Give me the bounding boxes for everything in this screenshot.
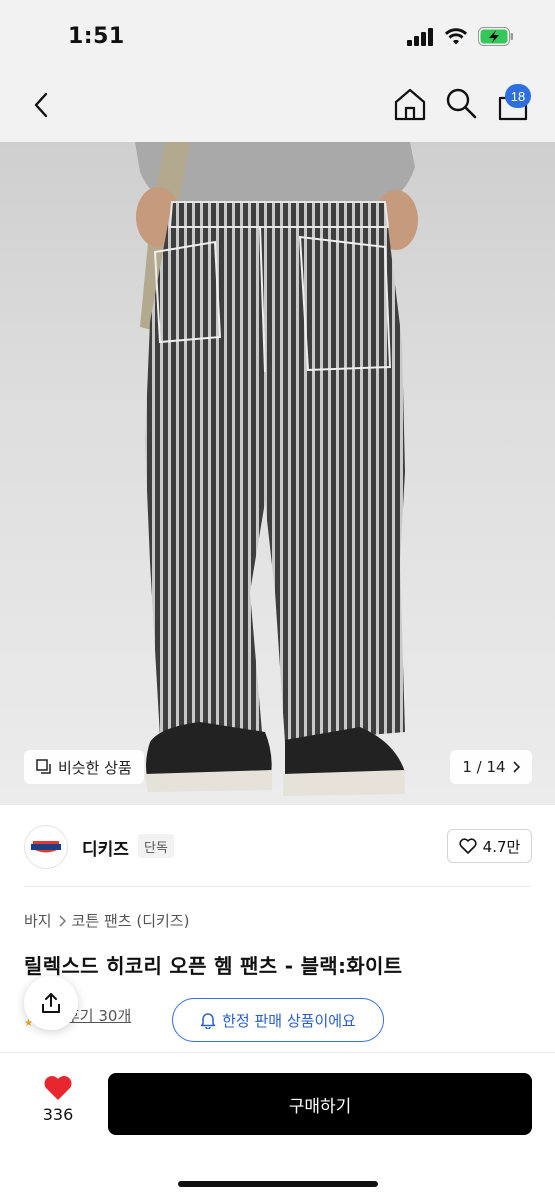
breadcrumb-category[interactable]: 바지 [24, 910, 52, 931]
chevron-left-icon [34, 92, 48, 118]
top-nav-bar [0, 70, 555, 142]
dickies-logo-icon [31, 841, 61, 853]
pants-photo [135, 142, 418, 796]
similar-products-label: 비슷한 상품 [58, 758, 132, 777]
image-pager-label: 1 / 14 [462, 758, 506, 776]
image-pager[interactable]: 1 / 14 [450, 750, 532, 784]
chevron-right-icon [513, 761, 520, 773]
home-button[interactable] [392, 86, 428, 122]
status-bar: 1:51 [0, 0, 555, 70]
cellular-signal-icon [407, 28, 435, 46]
divider [24, 886, 531, 887]
product-image[interactable] [0, 142, 555, 805]
bottom-action-bar: 336 구매하기 [0, 1052, 555, 1200]
brand-name[interactable]: 디키즈 [82, 835, 129, 860]
share-button[interactable] [24, 976, 78, 1030]
like-count: 336 [42, 1105, 74, 1124]
heart-filled-icon [44, 1076, 72, 1100]
copy-squares-icon [36, 759, 51, 774]
exclusive-tag: 단독 [138, 834, 174, 858]
brand-like-count: 4.7만 [482, 837, 521, 856]
product-title: 릴렉스드 히코리 오픈 헴 팬츠 - 블랙:화이트 [24, 954, 403, 978]
limited-sale-label: 한정 판매 상품이에요 [222, 1011, 356, 1030]
home-indicator [178, 1181, 378, 1187]
breadcrumb: 바지 코튼 팬츠 (디키즈) [24, 910, 189, 931]
battery-charging-icon [478, 27, 513, 46]
bag-count-badge: 18 [505, 84, 531, 108]
limited-sale-chip[interactable]: 한정 판매 상품이에요 [172, 998, 384, 1042]
chevron-right-icon [59, 914, 66, 927]
heart-outline-icon [459, 838, 477, 854]
search-button[interactable] [444, 86, 478, 120]
brand-logo[interactable] [24, 825, 68, 869]
similar-products-button[interactable]: 비슷한 상품 [24, 750, 144, 784]
breadcrumb-subcategory[interactable]: 코튼 팬츠 (디키즈) [72, 910, 190, 931]
like-button[interactable]: 336 [30, 1075, 86, 1135]
bell-icon [200, 1013, 216, 1029]
share-icon [42, 993, 60, 1013]
buy-button[interactable]: 구매하기 [108, 1073, 532, 1135]
wifi-icon [445, 28, 467, 45]
brand-row: 디키즈 단독 4.7만 [0, 805, 555, 887]
status-time: 1:51 [68, 24, 125, 49]
back-button[interactable] [24, 88, 58, 122]
brand-like-button[interactable]: 4.7만 [447, 829, 532, 863]
